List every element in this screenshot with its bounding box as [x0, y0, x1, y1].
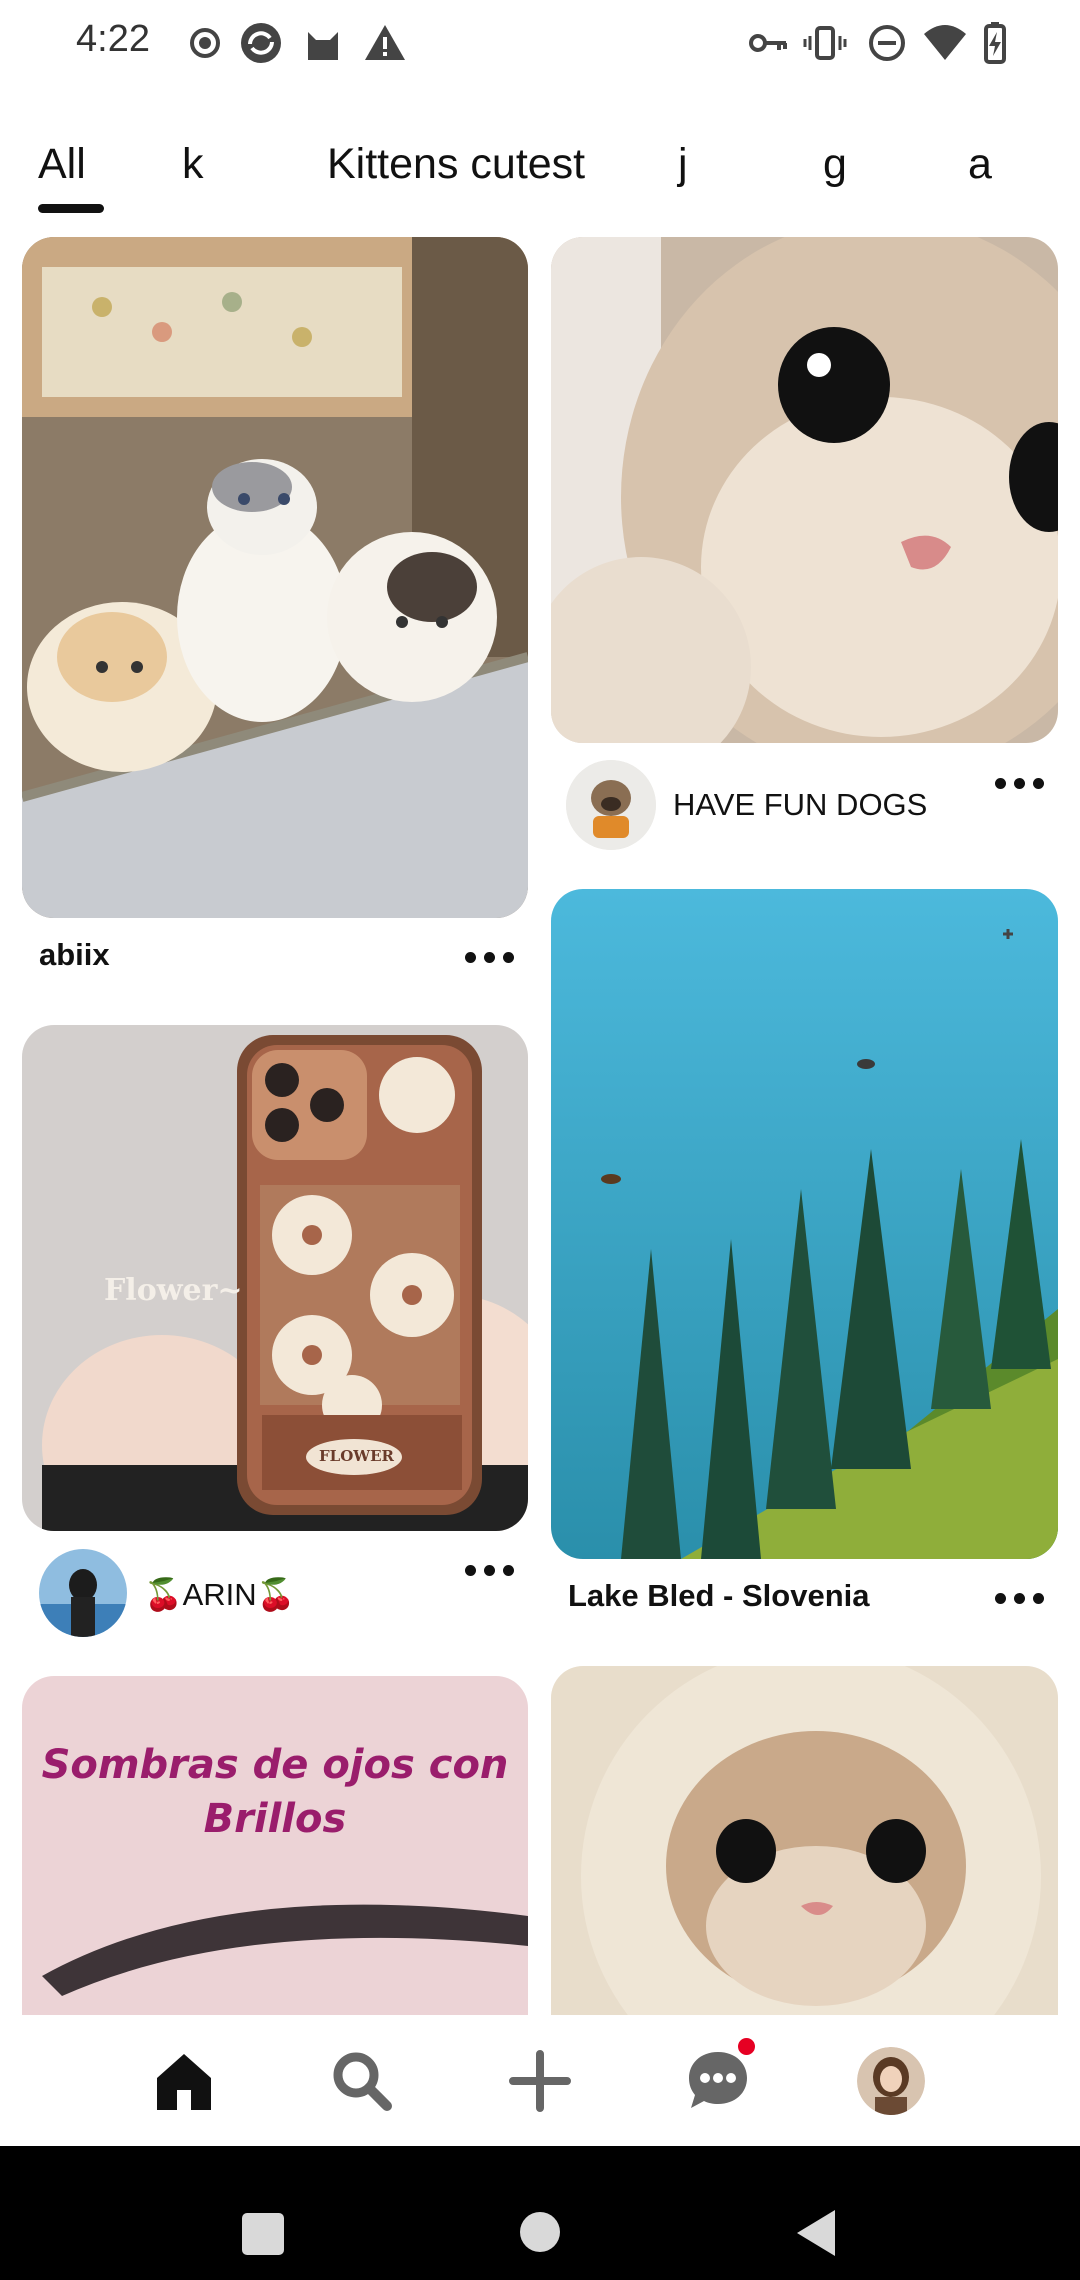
- pin-image-eyebrow[interactable]: Sombras de ojos con Brillos: [22, 1676, 528, 2056]
- pin-overlay-text: Sombras de ojos con Brillos: [22, 1738, 528, 1846]
- wifi-icon: [924, 25, 966, 60]
- battery-charging-icon: [984, 22, 1006, 64]
- pin-image-phone-case[interactable]: Flower~ FLOWER: [22, 1025, 528, 1531]
- dog-avatar-image: [566, 760, 656, 850]
- case-label: FLOWER: [319, 1447, 395, 1465]
- tab-k[interactable]: k: [182, 140, 204, 189]
- pin-title[interactable]: Lake Bled - Slovenia: [568, 1578, 870, 1614]
- add-icon[interactable]: [502, 2043, 578, 2119]
- more-horizontal-icon[interactable]: [465, 949, 515, 967]
- eyebrow-image: [22, 1676, 528, 2056]
- system-navigation-bar: [0, 2146, 1080, 2280]
- more-horizontal-icon[interactable]: [465, 1562, 515, 1580]
- status-bar: 4:22: [0, 0, 1080, 90]
- pin-overlay-text: Flower~: [104, 1273, 243, 1308]
- status-time: 4:22: [76, 18, 150, 60]
- active-tab-indicator: [38, 204, 104, 213]
- home-icon[interactable]: [146, 2043, 222, 2119]
- record-icon: [190, 28, 220, 58]
- tab-a[interactable]: a: [968, 140, 992, 189]
- sync-icon: [241, 23, 281, 63]
- pin-image-lake-bled[interactable]: [551, 889, 1058, 1559]
- back-icon[interactable]: [795, 2208, 837, 2258]
- pin-image-kitten-hood[interactable]: [551, 1666, 1058, 2056]
- tab-all[interactable]: All: [38, 140, 86, 189]
- avatar[interactable]: [39, 1549, 127, 1637]
- overlay-line-2: Brillos: [203, 1796, 347, 1842]
- tab-kittens-cutest[interactable]: Kittens cutest: [327, 140, 585, 189]
- kittens-bed-image: [22, 237, 528, 918]
- search-icon[interactable]: [324, 2043, 400, 2119]
- vibrate-icon: [803, 26, 847, 60]
- phone-case-image: [22, 1025, 528, 1531]
- avatar[interactable]: [566, 760, 656, 850]
- girl-avatar-image: [39, 1549, 127, 1637]
- vpn-key-icon: [749, 34, 787, 52]
- cat-app-icon: [308, 32, 338, 60]
- warning-icon: [365, 25, 405, 60]
- kitten-closeup-image: [551, 237, 1058, 743]
- recent-apps-icon[interactable]: [242, 2213, 284, 2255]
- kitten-hood-image: [551, 1666, 1058, 2056]
- lake-bled-image: [551, 889, 1058, 1559]
- pin-user-name[interactable]: 🍒ARIN🍒: [144, 1576, 295, 1613]
- notification-dot: [735, 2035, 758, 2058]
- overlay-line-1: Sombras de ojos con: [41, 1742, 509, 1788]
- tab-g[interactable]: g: [823, 140, 847, 189]
- more-horizontal-icon[interactable]: [995, 775, 1045, 793]
- pin-image-kittens-bed[interactable]: [22, 237, 528, 918]
- more-horizontal-icon[interactable]: [995, 1590, 1045, 1608]
- pin-title[interactable]: abiix: [39, 937, 110, 973]
- pin-image-kitten-closeup[interactable]: [551, 237, 1058, 743]
- profile-avatar[interactable]: [857, 2047, 925, 2115]
- do-not-disturb-icon: [869, 25, 905, 61]
- tab-j[interactable]: j: [678, 140, 688, 189]
- home-circle-icon[interactable]: [520, 2212, 560, 2252]
- pin-user-name[interactable]: HAVE FUN DOGS: [673, 787, 927, 823]
